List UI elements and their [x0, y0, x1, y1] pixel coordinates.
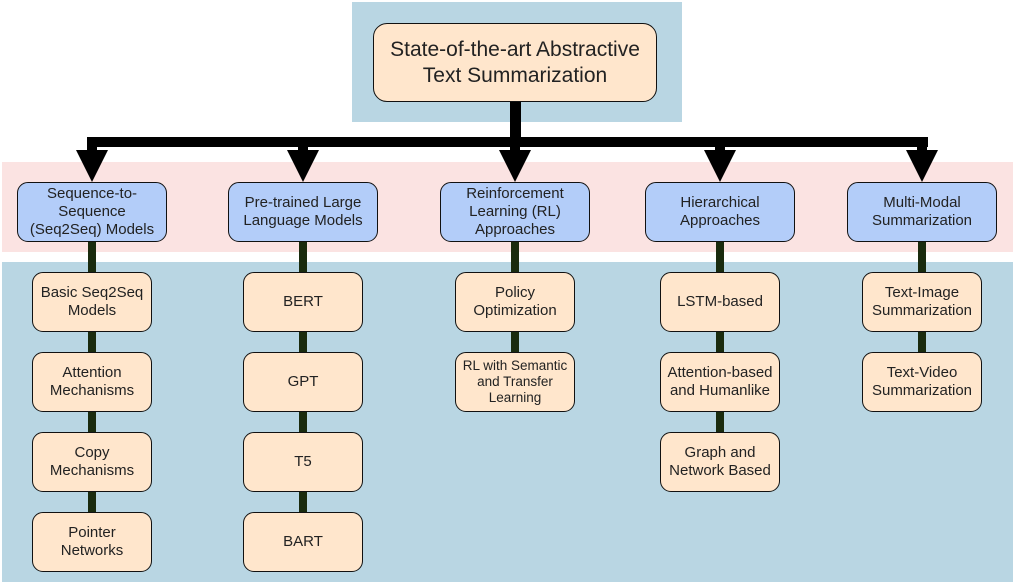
root-trunk-line [510, 102, 521, 142]
arrow-head-pretrained-llm [287, 150, 319, 182]
subtopic-node: T5 [243, 432, 363, 492]
subtopic-node: Text-Image Summarization [862, 272, 982, 332]
subtopic-node: RL with Semantic and Transfer Learning [455, 352, 575, 412]
arrow-head-reinforcement-learning [499, 150, 531, 182]
subtopic-node: Policy Optimization [455, 272, 575, 332]
root-label: State-of-the-art Abstractive Text Summar… [390, 38, 640, 87]
subtopic-label: Graph and Network Based [669, 444, 771, 479]
branch-bus-line [87, 137, 928, 147]
category-label: Sequence-to-Sequence (Seq2Seq) Models [29, 185, 155, 238]
subtopic-node: Text-Video Summarization [862, 352, 982, 412]
subtopic-label: T5 [294, 453, 312, 470]
subtopic-label: Policy Optimization [473, 284, 557, 319]
category-node-pretrained-llm: Pre-trained Large Language Models [228, 182, 378, 242]
category-label: Reinforcement Learning (RL) Approaches [466, 185, 564, 238]
subtopic-label: LSTM-based [677, 293, 763, 310]
category-node-reinforcement-learning: Reinforcement Learning (RL) Approaches [440, 182, 590, 242]
category-label: Pre-trained Large Language Models [243, 194, 363, 229]
category-node-seq2seq: Sequence-to-Sequence (Seq2Seq) Models [17, 182, 167, 242]
subtopic-node: Graph and Network Based [660, 432, 780, 492]
root-node: State-of-the-art Abstractive Text Summar… [373, 23, 657, 102]
subtopic-node: BERT [243, 272, 363, 332]
category-label: Multi-Modal Summarization [871, 194, 973, 229]
subtopic-label: Basic Seq2Seq Models [40, 284, 144, 319]
subtopic-node: Basic Seq2Seq Models [32, 272, 152, 332]
arrow-head-hierarchical [704, 150, 736, 182]
subtopic-node: GPT [243, 352, 363, 412]
subtopic-label: BART [283, 533, 323, 550]
subtopic-node: LSTM-based [660, 272, 780, 332]
category-node-multimodal: Multi-Modal Summarization [847, 182, 997, 242]
arrow-head-seq2seq [76, 150, 108, 182]
subtopic-label: Copy Mechanisms [49, 444, 135, 479]
subtopic-label: Text-Video Summarization [871, 364, 973, 399]
subtopic-label: Attention Mechanisms [49, 364, 135, 399]
subtopic-node: Attention Mechanisms [32, 352, 152, 412]
subtopic-label: Attention-based and Humanlike [667, 364, 773, 399]
subtopic-node: BART [243, 512, 363, 572]
subtopic-label: Text-Image Summarization [871, 284, 973, 319]
subtopic-label: BERT [283, 293, 323, 310]
subtopic-node: Copy Mechanisms [32, 432, 152, 492]
subtopic-label: RL with Semantic and Transfer Learning [462, 357, 568, 406]
category-node-hierarchical: Hierarchical Approaches [645, 182, 795, 242]
arrow-head-multimodal [906, 150, 938, 182]
subtopic-node: Attention-based and Humanlike [660, 352, 780, 412]
subtopic-node: Pointer Networks [32, 512, 152, 572]
category-label: Hierarchical Approaches [679, 194, 761, 229]
subtopic-label: GPT [287, 373, 319, 390]
subtopic-label: Pointer Networks [60, 524, 124, 559]
